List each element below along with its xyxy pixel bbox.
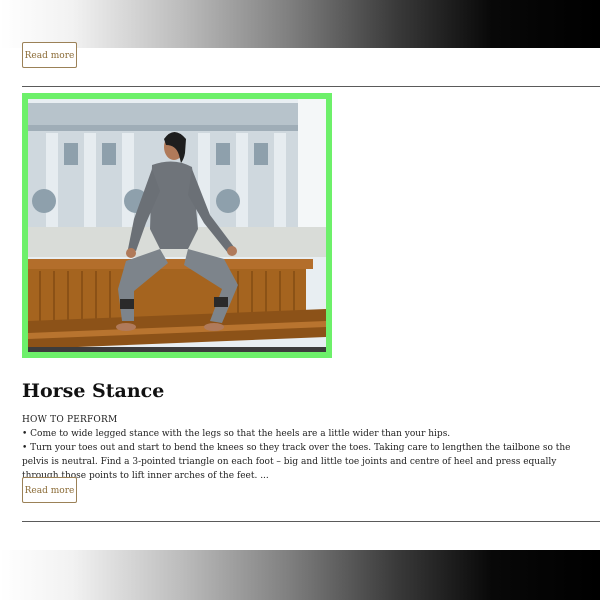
post-featured-image-frame[interactable] (22, 93, 332, 358)
bottom-gradient-band (0, 550, 600, 600)
post-divider (22, 521, 600, 522)
post-title[interactable]: Horse Stance (22, 380, 164, 402)
top-gradient-band (0, 0, 600, 48)
previous-post-read-more-button[interactable]: Read more (22, 42, 77, 68)
post-subheading: HOW TO PERFORM (22, 415, 118, 425)
post-read-more-button[interactable]: Read more (22, 477, 77, 503)
post-step-1: • Come to wide legged stance with the le… (22, 429, 451, 439)
post-divider (22, 86, 600, 87)
post-step-2: • Turn your toes out and start to bend t… (22, 443, 571, 481)
post-excerpt: • Come to wide legged stance with the le… (22, 427, 582, 483)
post-featured-image (28, 99, 326, 352)
